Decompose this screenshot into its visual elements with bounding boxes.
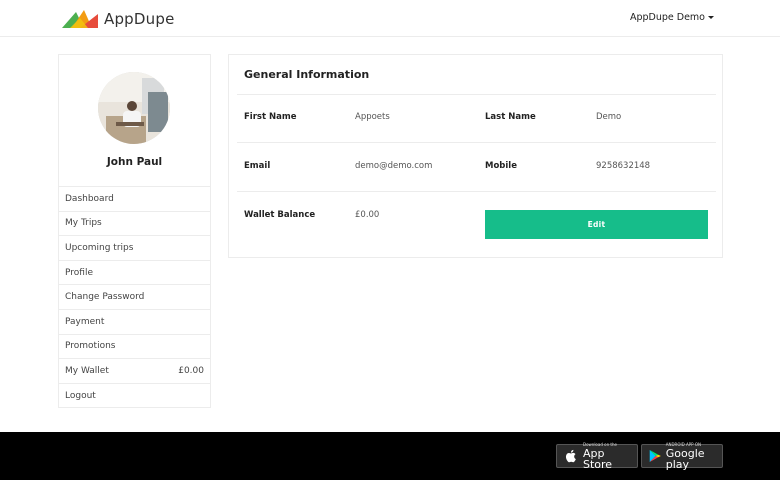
email-label: Email [244, 161, 271, 171]
avatar-photo [98, 72, 170, 144]
last-name-value: Demo [596, 112, 622, 122]
sidebar-item-promotions[interactable]: Promotions [59, 333, 210, 359]
sidebar-item-label: My Wallet [65, 365, 109, 376]
user-menu-dropdown[interactable]: AppDupe Demo [630, 12, 714, 23]
google-play-small-text: ANDROID APP ON [665, 441, 701, 447]
sidebar-item-label: Change Password [65, 292, 145, 303]
sidebar-item-profile[interactable]: Profile [59, 259, 210, 285]
sidebar-item-label: Dashboard [65, 193, 114, 204]
mobile-value: 9258632148 [596, 161, 651, 171]
sidebar-item-my-trips[interactable]: My Trips [59, 210, 210, 236]
wallet-balance-label: Wallet Balance [244, 210, 316, 220]
wallet-amount: £0.00 [178, 365, 204, 376]
sidebar-item-label: My Trips [65, 218, 102, 229]
sidebar-item-upcoming-trips[interactable]: Upcoming trips [59, 235, 210, 260]
sidebar-item-label: Logout [65, 390, 96, 401]
last-name-label: Last Name [485, 112, 536, 122]
caret-down-icon [708, 16, 714, 19]
general-information-card: General Information First Name Appoets L… [228, 54, 723, 258]
divider [237, 191, 716, 192]
google-play-big-text: Google play [665, 446, 705, 471]
card-title: General Information [244, 68, 370, 81]
sidebar-item-label: Profile [65, 267, 93, 278]
sidebar-item-label: Promotions [65, 341, 116, 352]
user-name: John Paul [106, 156, 163, 168]
wallet-balance-value: £0.00 [355, 210, 380, 220]
divider [237, 94, 716, 95]
first-name-value: Appoets [355, 112, 390, 122]
brand-logo[interactable]: AppDupe [62, 10, 175, 28]
app-store-big-text: App Store [582, 446, 613, 471]
top-header: AppDupe AppDupe Demo [0, 0, 780, 37]
app-store-small-text: Download on the [582, 441, 617, 447]
sidebar-item-dashboard[interactable]: Dashboard [59, 186, 210, 211]
sidebar-item-my-wallet[interactable]: My Wallet £0.00 [59, 358, 210, 383]
brand-name: AppDupe [104, 10, 175, 28]
sidebar-item-logout[interactable]: Logout [59, 382, 210, 408]
avatar [98, 72, 170, 144]
app-store-badge[interactable]: Download on the App Store [556, 441, 638, 471]
sidebar-menu: Dashboard My Trips Upcoming trips Profil… [59, 186, 210, 407]
logo-icon [62, 10, 98, 28]
mobile-label: Mobile [485, 161, 517, 171]
first-name-label: First Name [244, 112, 297, 122]
sidebar-item-payment[interactable]: Payment [59, 308, 210, 334]
footer: Download on the App Store ANDROID APP ON… [0, 432, 780, 480]
sidebar-item-label: Payment [65, 316, 105, 327]
edit-button[interactable]: Edit [485, 210, 708, 239]
sidebar-item-label: Upcoming trips [65, 242, 134, 253]
profile-sidebar: John Paul Dashboard My Trips Upcoming tr… [58, 54, 211, 408]
apple-icon [565, 449, 576, 463]
divider [237, 142, 716, 143]
user-menu-label: AppDupe Demo [629, 12, 705, 23]
google-play-icon [649, 449, 661, 463]
sidebar-item-change-password[interactable]: Change Password [59, 284, 210, 309]
email-value: demo@demo.com [355, 161, 433, 171]
google-play-badge[interactable]: ANDROID APP ON Google play [641, 441, 723, 471]
